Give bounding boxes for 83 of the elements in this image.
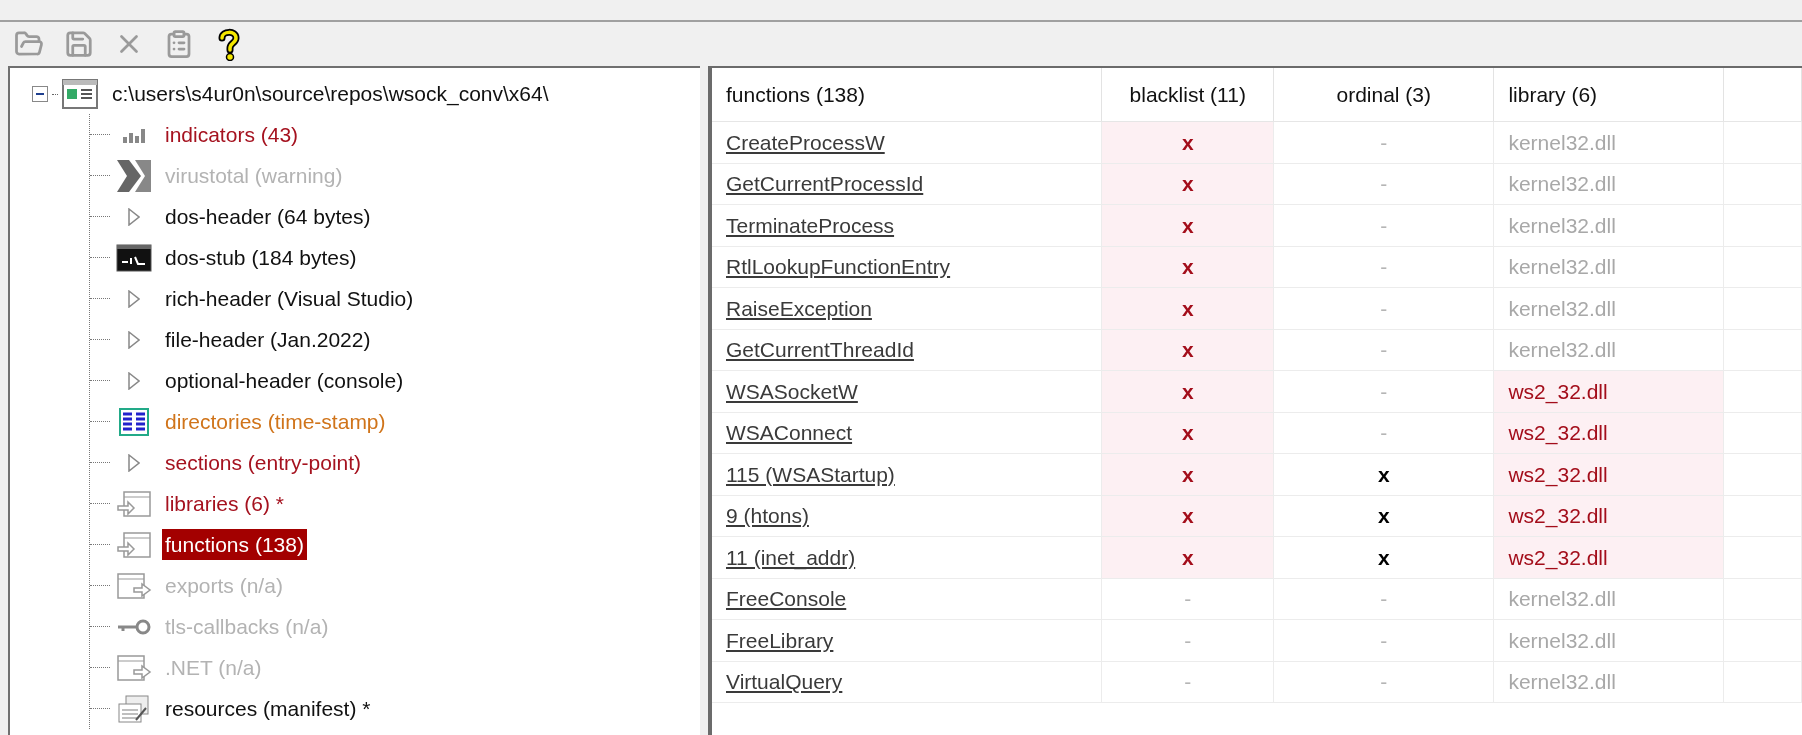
table-cell: x [1102, 454, 1275, 495]
table-cell: x [1102, 122, 1275, 163]
triangle-icon [128, 207, 140, 226]
tree-item[interactable]: functions (138) [162, 528, 307, 561]
table-cell: kernel32.dll [1494, 329, 1724, 370]
console-icon [116, 243, 152, 272]
key-icon [117, 617, 151, 636]
table-cell: - [1274, 246, 1495, 287]
function-link[interactable]: CreateProcessW [726, 126, 885, 158]
function-link[interactable]: 115 (WSAStartup) [726, 458, 895, 490]
table-cell: x [1102, 205, 1275, 246]
column-header[interactable]: functions (138) [712, 68, 1103, 121]
table-cell: x [1102, 537, 1275, 578]
table-cell: - [1274, 329, 1495, 370]
function-link[interactable]: WSAConnect [726, 417, 853, 449]
table-cell: - [1102, 620, 1275, 661]
table-cell: ws2_32.dll [1494, 495, 1724, 536]
import-icon [116, 529, 152, 560]
export-icon [116, 652, 152, 683]
table-cell: - [1274, 163, 1495, 204]
table-cell: x [1102, 412, 1275, 453]
tree-item[interactable]: optional-header (console) [162, 364, 407, 397]
table-cell: - [1274, 122, 1495, 163]
table-cell: kernel32.dll [1494, 246, 1724, 287]
function-link[interactable]: 11 (inet_addr) [726, 541, 856, 573]
triangle-icon [128, 453, 140, 472]
table-cell: ws2_32.dll [1494, 537, 1724, 578]
function-link[interactable]: FreeLibrary [726, 624, 834, 656]
tree-item[interactable]: dos-header (64 bytes) [162, 200, 374, 233]
table-cell: ws2_32.dll [1494, 412, 1724, 453]
table-cell: - [1274, 205, 1495, 246]
table-cell: ws2_32.dll [1494, 371, 1724, 412]
table-cell: kernel32.dll [1494, 205, 1724, 246]
table-cell: kernel32.dll [1494, 163, 1724, 204]
table-cell: ws2_32.dll [1494, 454, 1724, 495]
window-icon [62, 79, 98, 109]
table-cell: x [1102, 495, 1275, 536]
file-path[interactable]: c:\users\s4ur0n\source\repos\wsock_conv\x64\ [112, 78, 549, 110]
table-cell: - [1274, 661, 1495, 702]
function-link[interactable]: GetCurrentProcessId [726, 168, 924, 200]
export-icon [116, 570, 152, 601]
function-link[interactable]: GetCurrentThreadId [726, 334, 914, 366]
table-cell: kernel32.dll [1494, 578, 1724, 619]
table-cell: - [1274, 288, 1495, 329]
table-cell: kernel32.dll [1494, 620, 1724, 661]
tree-item[interactable]: resources (manifest) * [162, 692, 374, 725]
column-header[interactable]: library (6) [1494, 68, 1724, 121]
function-link[interactable]: TerminateProcess [726, 209, 895, 241]
bar-chart-icon [122, 126, 146, 143]
table-icon [119, 407, 149, 436]
table-cell: x [1102, 163, 1275, 204]
column-header[interactable]: blacklist (11) [1102, 68, 1275, 121]
table-cell: kernel32.dll [1494, 122, 1724, 163]
tree-item[interactable]: indicators (43) [162, 118, 302, 151]
triangle-icon [128, 371, 140, 390]
triangle-icon [128, 330, 140, 349]
table-cell: kernel32.dll [1494, 661, 1724, 702]
collapse-toggle[interactable] [32, 86, 48, 102]
table-cell: kernel32.dll [1494, 288, 1724, 329]
tree-item[interactable]: dos-stub (184 bytes) [162, 241, 360, 274]
table-cell: x [1102, 288, 1275, 329]
table-cell: x [1102, 329, 1275, 370]
tree-item[interactable]: file-header (Jan.2022) [162, 323, 374, 356]
chevron-icon [117, 159, 151, 192]
function-link[interactable]: VirtualQuery [726, 666, 843, 698]
tree-item[interactable]: sections (entry-point) [162, 446, 365, 479]
tree-item[interactable]: libraries (6) * [162, 487, 288, 520]
resource-icon [116, 693, 152, 724]
table-cell: - [1102, 578, 1275, 619]
tree-item[interactable]: rich-header (Visual Studio) [162, 282, 417, 315]
function-link[interactable]: WSASocketW [726, 375, 858, 407]
function-link[interactable]: 9 (htons) [726, 500, 809, 532]
table-cell: - [1274, 620, 1495, 661]
column-header[interactable]: ordinal (3) [1274, 68, 1495, 121]
table-cell: - [1274, 578, 1495, 619]
table-cell: - [1102, 661, 1275, 702]
triangle-icon [128, 289, 140, 308]
table-cell: x [1102, 246, 1275, 287]
function-link[interactable]: FreeConsole [726, 583, 847, 615]
function-link[interactable]: RaiseException [726, 292, 872, 324]
import-icon [116, 488, 152, 519]
function-link[interactable]: RtlLookupFunctionEntry [726, 251, 951, 283]
table-cell: x [1102, 371, 1275, 412]
